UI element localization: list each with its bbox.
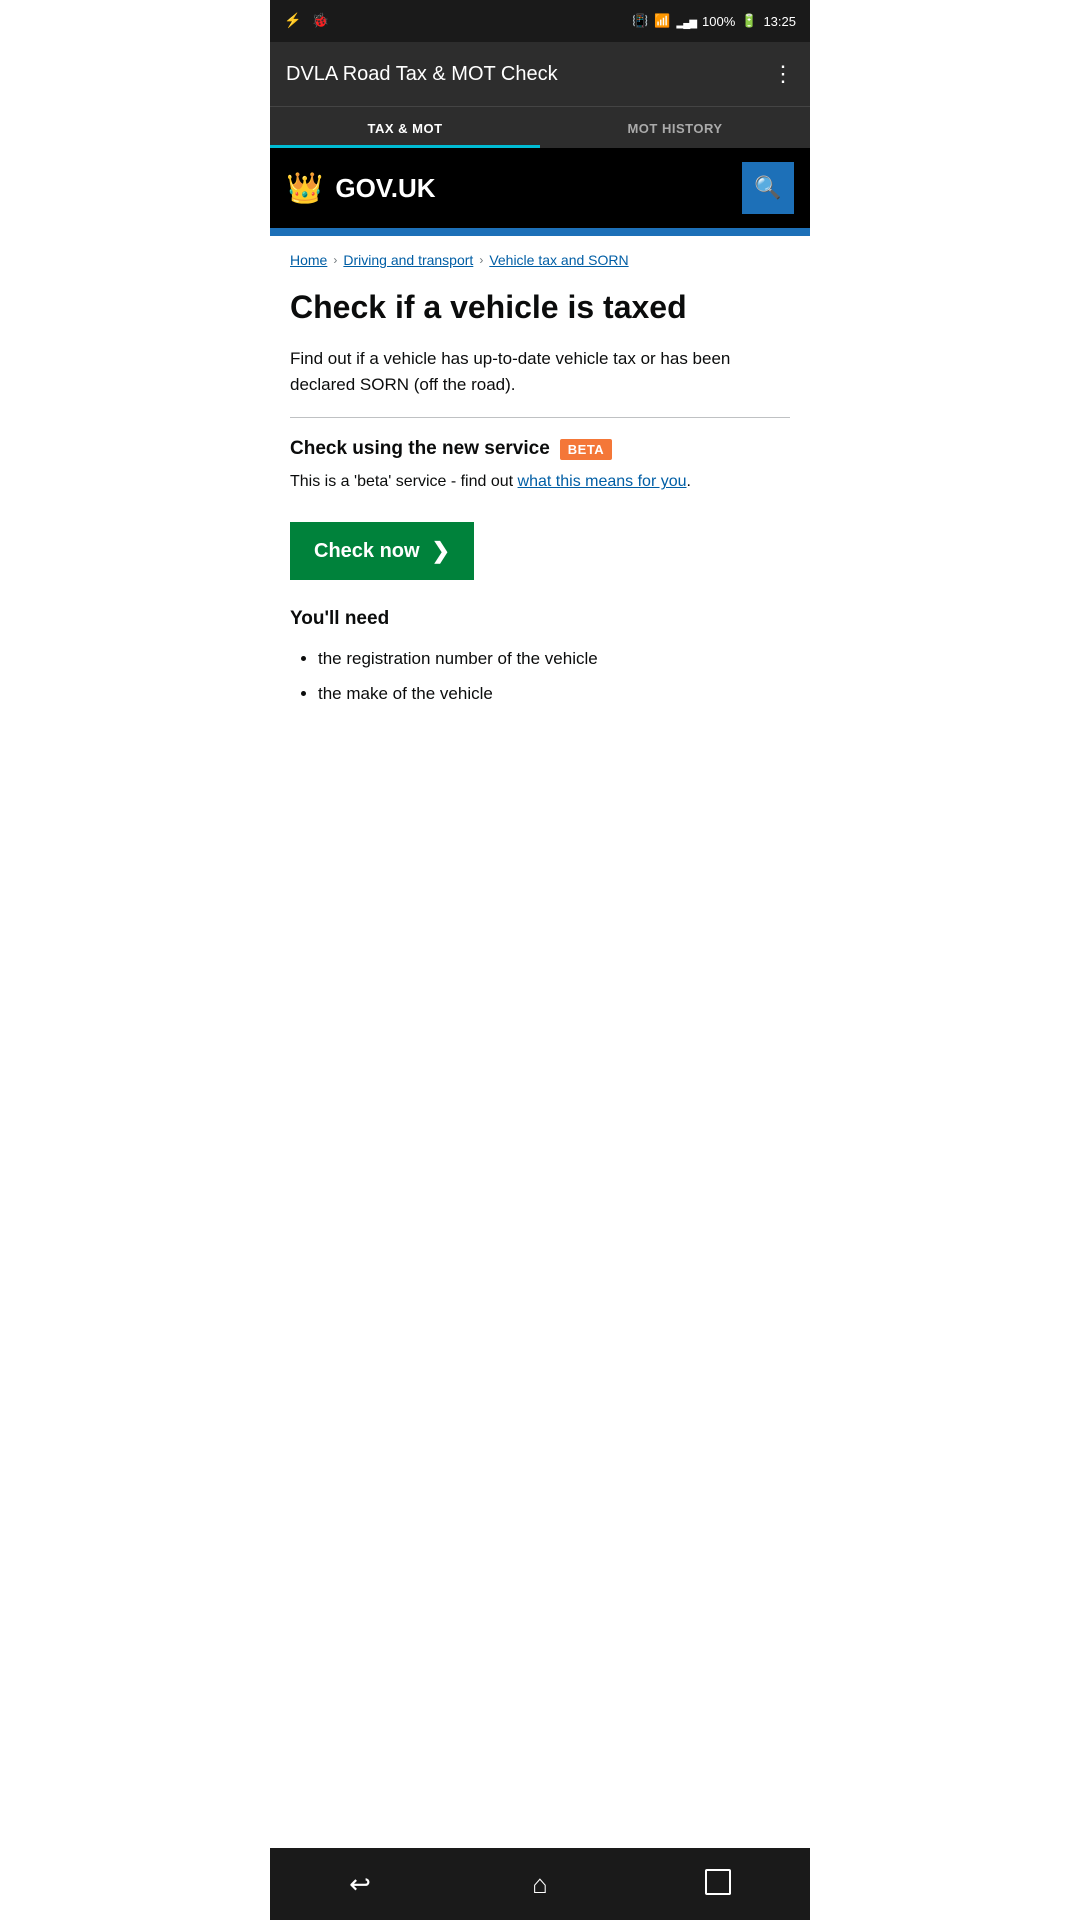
usb-icon <box>284 12 301 30</box>
status-right-info: 100% 13:25 <box>632 13 796 29</box>
breadcrumb-chevron-2: › <box>479 253 483 267</box>
breadcrumb-home[interactable]: Home <box>290 252 327 268</box>
check-now-button[interactable]: Check now ❯ <box>290 522 474 580</box>
page-content: Home › Driving and transport › Vehicle t… <box>270 236 810 730</box>
check-now-label: Check now <box>314 540 420 563</box>
beta-description: This is a 'beta' service - find out what… <box>290 470 790 494</box>
tab-tax-mot[interactable]: TAX & MOT <box>270 107 540 148</box>
bottom-navigation <box>270 1848 810 1920</box>
page-description: Find out if a vehicle has up-to-date veh… <box>290 346 790 397</box>
beta-link[interactable]: what this means for you <box>518 473 687 490</box>
back-button[interactable] <box>330 1854 390 1914</box>
recents-button[interactable] <box>690 1854 750 1914</box>
breadcrumb-driving[interactable]: Driving and transport <box>343 252 473 268</box>
breadcrumb: Home › Driving and transport › Vehicle t… <box>290 252 790 268</box>
status-bar: 100% 13:25 <box>270 0 810 42</box>
search-icon: 🔍 <box>754 175 781 201</box>
bug-icon <box>311 12 328 30</box>
signal-icon <box>677 14 696 29</box>
content-wrapper: 👑 GOV.UK 🔍 Home › Driving and transport … <box>270 148 810 810</box>
search-button[interactable]: 🔍 <box>742 162 794 214</box>
section-divider <box>290 417 790 418</box>
home-icon <box>532 1869 548 1900</box>
tab-bar: TAX & MOT MOT HISTORY <box>270 106 810 148</box>
list-item: the make of the vehicle <box>318 679 790 710</box>
app-bar: DVLA Road Tax & MOT Check ⋮ <box>270 42 810 106</box>
list-item: the registration number of the vehicle <box>318 644 790 675</box>
beta-badge: BETA <box>560 439 612 460</box>
app-title: DVLA Road Tax & MOT Check <box>286 63 558 86</box>
recents-icon <box>709 1873 731 1895</box>
breadcrumb-vehicle[interactable]: Vehicle tax and SORN <box>489 252 628 268</box>
battery-percentage: 100% <box>702 14 735 29</box>
battery-icon <box>741 13 757 29</box>
home-button[interactable] <box>510 1854 570 1914</box>
check-now-arrow-icon: ❯ <box>432 538 450 564</box>
back-icon <box>349 1869 371 1900</box>
govuk-logo-text: GOV.UK <box>335 173 435 204</box>
vibrate-icon <box>632 13 648 29</box>
youll-need-list: the registration number of the vehicle t… <box>290 644 790 709</box>
page-title: Check if a vehicle is taxed <box>290 288 790 326</box>
beta-heading: Check using the new service BETA <box>290 438 790 460</box>
tab-mot-history[interactable]: MOT HISTORY <box>540 107 810 148</box>
status-left-icons <box>284 12 329 30</box>
more-menu-icon[interactable]: ⋮ <box>772 63 794 85</box>
wifi-icon <box>654 13 670 29</box>
breadcrumb-chevron-1: › <box>333 253 337 267</box>
crown-icon: 👑 <box>286 171 323 206</box>
govuk-logo: 👑 GOV.UK <box>286 171 436 206</box>
youll-need-heading: You'll need <box>290 608 790 630</box>
clock: 13:25 <box>763 14 796 29</box>
beta-heading-text: Check using the new service <box>290 438 550 460</box>
govuk-header: 👑 GOV.UK 🔍 <box>270 148 810 228</box>
blue-accent-bar <box>270 228 810 236</box>
